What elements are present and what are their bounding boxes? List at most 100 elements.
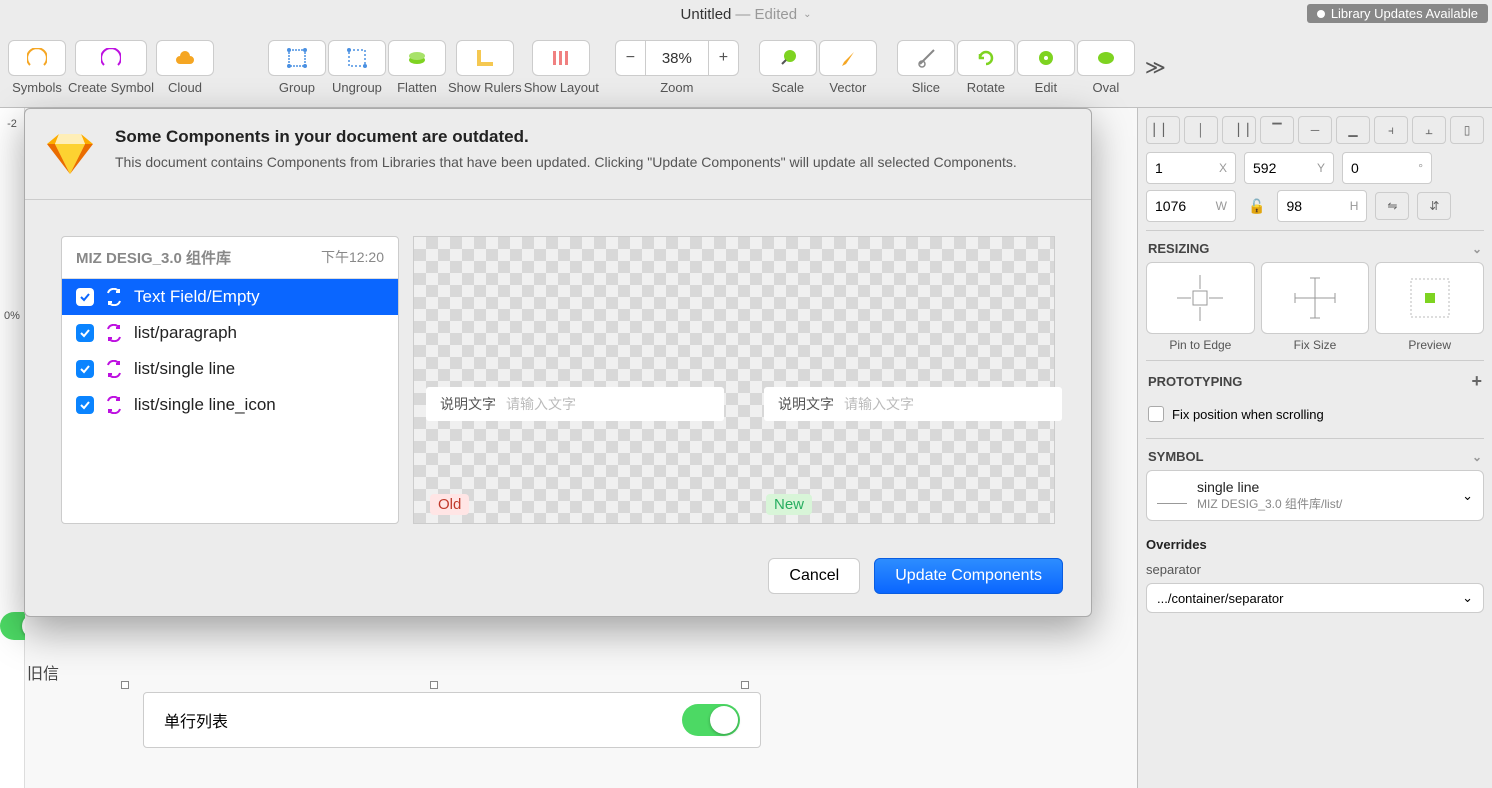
- component-item[interactable]: list/paragraph: [62, 315, 398, 351]
- preview-label: Preview: [1375, 338, 1484, 352]
- toolbar-overflow-button[interactable]: ≫: [1137, 55, 1174, 80]
- align-bottom-button[interactable]: ▁: [1336, 116, 1370, 144]
- override-separator-label: separator: [1146, 562, 1484, 577]
- align-top-button[interactable]: ▔: [1260, 116, 1294, 144]
- align-left-button[interactable]: ▏▏: [1146, 116, 1180, 144]
- edit-button[interactable]: [1017, 40, 1075, 76]
- pin-to-edge-control[interactable]: [1146, 262, 1255, 334]
- distribute-v-button[interactable]: ⫠: [1412, 116, 1446, 144]
- flip-h-button[interactable]: ⇋: [1375, 192, 1409, 220]
- zoom-in-button[interactable]: +: [709, 40, 739, 76]
- create-symbol-button[interactable]: [75, 40, 147, 76]
- scale-label: Scale: [772, 80, 805, 95]
- canvas-cut-label: 旧信: [27, 660, 59, 684]
- slice-label: Slice: [912, 80, 940, 95]
- selection-handle[interactable]: [121, 681, 129, 689]
- cloud-label: Cloud: [168, 80, 202, 95]
- component-name: list/single line: [134, 359, 235, 379]
- x-input[interactable]: X: [1146, 152, 1236, 184]
- flatten-button[interactable]: [388, 40, 446, 76]
- checkbox[interactable]: [1148, 406, 1164, 422]
- symbol-selector[interactable]: single line MIZ DESIG_3.0 组件库/list/ ⌄: [1146, 470, 1484, 521]
- library-updates-label: Library Updates Available: [1331, 6, 1478, 21]
- scale-button[interactable]: [759, 40, 817, 76]
- resizing-header[interactable]: RESIZING⌄: [1146, 230, 1484, 262]
- distribute-h-button[interactable]: ⫞: [1374, 116, 1408, 144]
- width-input[interactable]: W: [1146, 190, 1236, 222]
- flatten-label: Flatten: [397, 80, 437, 95]
- inspector-panel: ▏▏ │ ▕▕ ▔ ─ ▁ ⫞ ⫠ ▯ X Y ° W 🔓 H ⇋ ⇵ RESI…: [1137, 108, 1492, 788]
- oval-label: Oval: [1092, 80, 1119, 95]
- align-right-button[interactable]: ▕▕: [1222, 116, 1256, 144]
- edit-label: Edit: [1035, 80, 1057, 95]
- symbol-name: single line: [1197, 479, 1452, 495]
- chevron-down-icon[interactable]: ⌄: [803, 9, 811, 20]
- pin-label: Pin to Edge: [1146, 338, 1255, 352]
- old-badge: Old: [430, 494, 469, 515]
- chevron-down-icon: ⌄: [1462, 488, 1473, 504]
- cancel-button[interactable]: Cancel: [768, 558, 860, 594]
- zoom-out-button[interactable]: −: [615, 40, 645, 76]
- override-separator-select[interactable]: .../container/separator ⌄: [1146, 583, 1484, 613]
- show-layout-button[interactable]: [532, 40, 590, 76]
- checkbox[interactable]: [76, 288, 94, 306]
- sync-icon: [104, 359, 124, 379]
- document-title: Untitled: [681, 6, 732, 23]
- component-item[interactable]: list/single line_icon: [62, 387, 398, 423]
- dialog-subtitle: This document contains Components from L…: [115, 153, 1017, 173]
- fix-scroll-checkbox-row[interactable]: Fix position when scrolling: [1146, 398, 1484, 430]
- sync-icon: [104, 287, 124, 307]
- selection-handle[interactable]: [741, 681, 749, 689]
- ungroup-button[interactable]: [328, 40, 386, 76]
- update-components-button[interactable]: Update Components: [874, 558, 1063, 594]
- chevron-down-icon: ⌄: [1472, 242, 1482, 256]
- symbol-path: MIZ DESIG_3.0 组件库/list/: [1197, 495, 1452, 512]
- plus-icon[interactable]: +: [1471, 371, 1482, 392]
- group-button[interactable]: [268, 40, 326, 76]
- update-components-dialog: Some Components in your document are out…: [24, 108, 1092, 617]
- library-updates-badge[interactable]: Library Updates Available: [1307, 4, 1488, 23]
- oval-button[interactable]: [1077, 40, 1135, 76]
- resize-preview[interactable]: [1375, 262, 1484, 334]
- symbols-button[interactable]: [8, 40, 66, 76]
- align-center-h-button[interactable]: │: [1184, 116, 1218, 144]
- lock-icon[interactable]: 🔓: [1244, 198, 1269, 215]
- selection-handle[interactable]: [430, 681, 438, 689]
- slice-button[interactable]: [897, 40, 955, 76]
- component-item[interactable]: list/single line: [62, 351, 398, 387]
- checkbox[interactable]: [76, 360, 94, 378]
- row-toggle[interactable]: [682, 704, 740, 736]
- component-item[interactable]: Text Field/Empty: [62, 279, 398, 315]
- chevron-down-icon: ⌄: [1462, 590, 1473, 606]
- canvas-list-row[interactable]: 单行列表: [143, 692, 761, 748]
- component-preview: 说明文字 请输入文字 说明文字 请输入文字 Old New: [413, 236, 1055, 524]
- align-center-v-button[interactable]: ─: [1298, 116, 1332, 144]
- window-titlebar: Untitled — Edited ⌄ Library Updates Avai…: [0, 0, 1492, 28]
- show-rulers-button[interactable]: [456, 40, 514, 76]
- dot-icon: [1317, 10, 1325, 18]
- rotate-label: Rotate: [967, 80, 1005, 95]
- symbol-header[interactable]: SYMBOL⌄: [1146, 438, 1484, 470]
- height-input[interactable]: H: [1277, 190, 1367, 222]
- fix-label: Fix Size: [1261, 338, 1370, 352]
- angle-input[interactable]: °: [1342, 152, 1432, 184]
- distribute-inset-button[interactable]: ▯: [1450, 116, 1484, 144]
- flip-v-button[interactable]: ⇵: [1417, 192, 1451, 220]
- zoom-control[interactable]: − 38% +: [615, 40, 739, 76]
- prototyping-header[interactable]: PROTOTYPING+: [1146, 360, 1484, 398]
- align-controls: ▏▏ │ ▕▕ ▔ ─ ▁ ⫞ ⫠ ▯: [1146, 116, 1484, 144]
- fix-size-control[interactable]: [1261, 262, 1370, 334]
- y-input[interactable]: Y: [1244, 152, 1334, 184]
- show-rulers-label: Show Rulers: [448, 80, 522, 95]
- sync-icon: [104, 395, 124, 415]
- rotate-button[interactable]: [957, 40, 1015, 76]
- checkbox[interactable]: [76, 396, 94, 414]
- component-name: list/paragraph: [134, 323, 237, 343]
- vector-button[interactable]: [819, 40, 877, 76]
- zoom-value[interactable]: 38%: [645, 40, 709, 76]
- vector-label: Vector: [829, 80, 866, 95]
- symbols-label: Symbols: [12, 80, 62, 95]
- toolbar: Symbols Create Symbol Cloud Group Ungrou…: [0, 28, 1492, 108]
- cloud-button[interactable]: [156, 40, 214, 76]
- checkbox[interactable]: [76, 324, 94, 342]
